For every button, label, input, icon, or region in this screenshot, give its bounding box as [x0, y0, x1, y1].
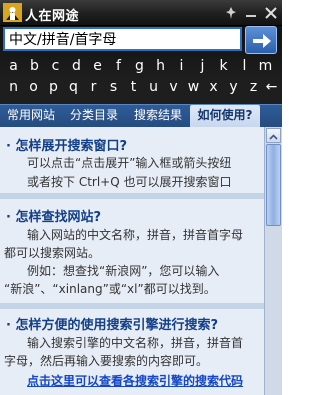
help-title-engine: · 怎样方便的使用搜索引擎进行搜索?	[6, 318, 219, 333]
tab-categories[interactable]: 分类目录	[63, 105, 125, 127]
search-input[interactable]	[3, 27, 242, 51]
key-l[interactable]: l	[235, 58, 254, 74]
tab-bar: 常用网站 分类目录 搜索结果 如何使用?	[0, 104, 282, 127]
key-i[interactable]: i	[172, 58, 191, 74]
pin-icon[interactable]	[224, 6, 238, 20]
key-r[interactable]: r	[84, 79, 103, 95]
key-b[interactable]: b	[25, 58, 44, 74]
window-title: 人在网途	[25, 9, 80, 24]
key-u[interactable]: u	[144, 79, 163, 95]
title-bar: 人在网途	[0, 0, 282, 26]
help-content: · 怎样展开搜索窗口? 可以点击“点击展开”输入框或箭头按纽 或者按下 Ctrl…	[0, 127, 264, 395]
key-t[interactable]: t	[124, 79, 143, 95]
key-p[interactable]: p	[44, 79, 63, 95]
help-text-line: 例如：想查找“新浪网”，您可以输入	[27, 264, 220, 278]
key-f[interactable]: f	[109, 58, 128, 74]
help-section-engine: · 怎样方便的使用搜索引擎进行搜索? 输入搜索引擎的中文名称，拼音，拼音首 字母…	[0, 309, 264, 395]
key-j[interactable]: j	[193, 58, 212, 74]
key-g[interactable]: g	[130, 58, 149, 74]
help-title-expand: · 怎样展开搜索窗口?	[6, 139, 128, 154]
search-go-button[interactable]	[245, 26, 277, 54]
tab-how-to-use[interactable]: 如何使用?	[190, 105, 260, 127]
help-text-line: 输入网站的中文名称，拼音，拼音首字母	[27, 228, 244, 242]
tab-search-results[interactable]: 搜索结果	[127, 105, 189, 127]
vertical-scrollbar[interactable]	[264, 127, 282, 395]
key-m[interactable]: m	[256, 58, 275, 74]
key-h[interactable]: h	[151, 58, 170, 74]
keyboard-row-1: a b c d e f g h i j k l m	[0, 58, 282, 78]
key-x[interactable]: x	[204, 79, 223, 95]
tab-common-sites[interactable]: 常用网站	[2, 105, 60, 127]
key-k[interactable]: k	[214, 58, 233, 74]
key-n[interactable]: n	[4, 79, 23, 95]
help-text-line: “新浪”、“xinlang”或“xl”都可以找到。	[4, 282, 216, 296]
key-d[interactable]: d	[67, 58, 86, 74]
close-icon[interactable]	[264, 6, 278, 20]
minimize-icon[interactable]	[244, 6, 258, 20]
chevron-up-icon	[269, 134, 278, 140]
search-code-link[interactable]: 点击这里可以查看各搜索引擎的搜索代码	[27, 372, 243, 389]
scroll-thumb[interactable]	[266, 144, 281, 226]
key-o[interactable]: o	[24, 79, 43, 95]
scroll-up-button[interactable]	[266, 128, 281, 143]
arrow-right-icon	[253, 34, 271, 48]
key-y[interactable]: y	[224, 79, 243, 95]
app-logo-icon	[3, 3, 22, 22]
help-text-line: 字母，然后再输入要搜索的内容即可。	[4, 354, 209, 368]
key-q[interactable]: q	[64, 79, 83, 95]
key-c[interactable]: c	[46, 58, 65, 74]
help-text-line: 或者按下 Ctrl+Q 也可以展开搜索窗口	[27, 175, 232, 189]
key-v[interactable]: v	[164, 79, 183, 95]
key-a[interactable]: a	[4, 58, 23, 74]
help-text-line: 可以点击“点击展开”输入框或箭头按纽	[27, 156, 232, 170]
key-w[interactable]: w	[184, 79, 203, 95]
key-s[interactable]: s	[104, 79, 123, 95]
key-e[interactable]: e	[88, 58, 107, 74]
keyboard-row-2: n o p q r s t u v w x y z ←	[0, 79, 282, 99]
help-title-find-site: · 怎样查找网站?	[6, 210, 102, 225]
help-text-line: 都可以搜索网站。	[4, 246, 101, 260]
help-text-line: 输入搜索引擎的中文名称，拼音，拼音首	[27, 336, 244, 350]
help-section-expand: · 怎样展开搜索窗口? 可以点击“点击展开”输入框或箭头按纽 或者按下 Ctrl…	[0, 127, 264, 193]
backspace-key[interactable]: ←	[262, 79, 281, 95]
help-section-find-site: · 怎样查找网站? 输入网站的中文名称，拼音，拼音首字母 都可以搜索网站。 例如…	[0, 199, 264, 303]
key-z[interactable]: z	[244, 79, 263, 95]
